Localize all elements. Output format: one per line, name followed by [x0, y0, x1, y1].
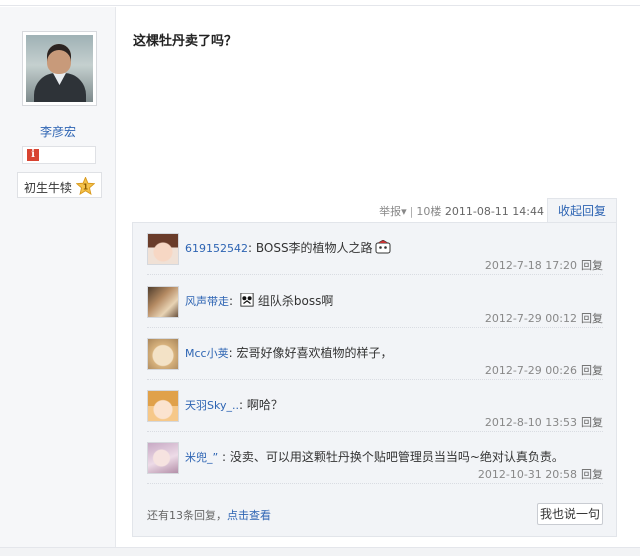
reply-username[interactable]: Mcc小荚: [185, 347, 229, 360]
post-datetime: 2011-08-11 14:44: [444, 205, 544, 218]
reply-avatar[interactable]: [147, 390, 179, 422]
reply-username[interactable]: 619152542: [185, 242, 248, 255]
reply-content: 米兜_” : 没卖、可以用这颗牡丹换个贴吧管理员当当吗~绝对认真负责。: [185, 450, 564, 464]
view-more-link[interactable]: 点击查看: [227, 509, 271, 522]
username-link[interactable]: 李彦宏: [0, 123, 116, 140]
add-reply-button[interactable]: 我也说一句: [537, 503, 603, 525]
reply-time: 2012-8-10 13:53: [484, 416, 577, 429]
reply-item: 米兜_” : 没卖、可以用这颗牡丹换个贴吧管理员当当吗~绝对认真负责。 2012…: [147, 432, 603, 484]
user-sidebar: 李彦宏 i 初生牛犊 1: [0, 7, 116, 547]
reply-item: 619152542: BOSS李的植物人之路 2012-7-18 17:20 回复: [147, 223, 603, 275]
reply-item: 天羽Sky_..: 啊哈？ 2012-8-10 13:53 回复: [147, 380, 603, 432]
reply-button[interactable]: 回复: [581, 416, 603, 429]
bottom-border: [0, 547, 640, 556]
top-border: [0, 0, 640, 6]
reply-time: 2012-7-29 00:26: [484, 364, 577, 377]
reply-text: 没卖、可以用这颗牡丹换个贴吧管理员当当吗~绝对认真负责。: [229, 450, 564, 464]
reply-text: 宏哥好像好喜欢植物的样子，: [236, 346, 393, 360]
level-star-icon: 1: [76, 177, 95, 195]
user-info-box[interactable]: i: [22, 146, 96, 164]
reply-button[interactable]: 回复: [581, 259, 603, 272]
post-title: 这棵牡丹卖了吗？: [133, 34, 238, 49]
reply-text: BOSS李的植物人之路: [255, 241, 373, 255]
reply-meta: 2012-7-29 00:26 回复: [485, 362, 603, 378]
reply-text: 组队杀boss啊: [257, 294, 334, 308]
reply-button[interactable]: 回复: [581, 364, 603, 377]
reply-username[interactable]: 米兜_”: [185, 451, 218, 464]
chevron-down-icon: ▾: [401, 205, 407, 218]
avatar-photo: [26, 35, 93, 102]
face-emoticon-icon: [375, 240, 391, 254]
info-icon: i: [27, 149, 39, 161]
reply-meta: 2012-8-10 13:53 回复: [485, 414, 603, 430]
reply-avatar[interactable]: [147, 286, 179, 318]
reply-content: 619152542: BOSS李的植物人之路: [185, 239, 391, 256]
reply-content: 天羽Sky_..: 啊哈？: [185, 398, 283, 412]
reply-text: 啊哈？: [246, 398, 283, 412]
reply-meta: 2012-10-31 20:58 回复: [478, 466, 603, 482]
floor-number: 10楼: [416, 205, 442, 218]
level-label: 初生牛犊: [24, 181, 73, 195]
reply-item: 风声带走: 组队杀boss啊 2012-7-29 00:12 回复: [147, 276, 603, 328]
level-number: 1: [83, 183, 88, 192]
reply-username[interactable]: 风声带走: [185, 295, 229, 308]
more-replies-text: 还有13条回复，: [147, 509, 227, 522]
reply-button[interactable]: 回复: [581, 468, 603, 481]
reply-time: 2012-10-31 20:58: [477, 468, 577, 481]
reply-item: Mcc小荚: 宏哥好像好喜欢植物的样子， 2012-7-29 00:26 回复: [147, 328, 603, 380]
user-level-badge[interactable]: 初生牛犊 1: [17, 172, 102, 198]
reply-username[interactable]: 天羽Sky_..: [185, 399, 239, 412]
reply-time: 2012-7-29 00:12: [484, 312, 577, 325]
user-avatar[interactable]: [22, 31, 97, 106]
reply-meta: 2012-7-29 00:12 回复: [485, 310, 603, 326]
reply-meta: 2012-7-18 17:20 回复: [485, 257, 603, 273]
reply-time: 2012-7-18 17:20: [484, 259, 577, 272]
panda-emoticon-icon: [240, 293, 254, 307]
post-meta: 举报▾ | 10楼 2011-08-11 14:44: [379, 205, 544, 218]
reply-content: Mcc小荚: 宏哥好像好喜欢植物的样子，: [185, 346, 393, 360]
reply-avatar[interactable]: [147, 442, 179, 474]
reply-panel: 619152542: BOSS李的植物人之路 2012-7-18 17:20 回复…: [132, 222, 617, 537]
collapse-replies-button[interactable]: 收起回复: [547, 198, 617, 223]
reply-content: 风声带走: 组队杀boss啊: [185, 293, 334, 308]
reply-button[interactable]: 回复: [581, 312, 603, 325]
report-link[interactable]: 举报▾: [379, 205, 407, 218]
reply-avatar[interactable]: [147, 233, 179, 265]
more-replies: 还有13条回复，点击查看: [147, 507, 271, 523]
reply-avatar[interactable]: [147, 338, 179, 370]
